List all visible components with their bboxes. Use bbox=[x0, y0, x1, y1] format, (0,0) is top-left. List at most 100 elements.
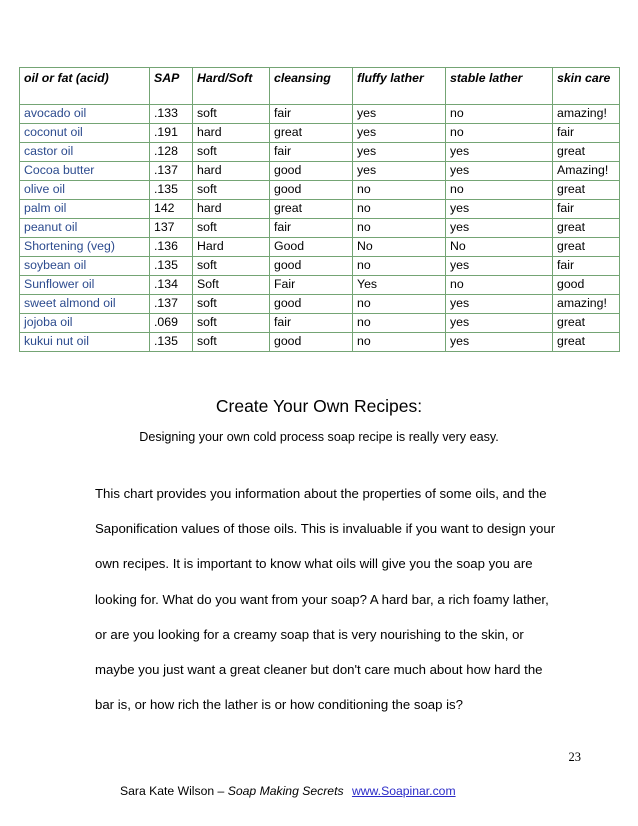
cell-cleansing: fair bbox=[269, 142, 353, 162]
table-row: coconut oil .191 hard great yes no fair bbox=[19, 123, 620, 143]
cell-hard-soft: soft bbox=[192, 180, 270, 200]
cell-sap-value: .136 bbox=[149, 237, 193, 257]
cell-sap-value: .134 bbox=[149, 275, 193, 295]
cell-fluffy-lather: yes bbox=[352, 123, 446, 143]
column-header-cleansing: cleansing bbox=[269, 67, 353, 105]
footer-website-link[interactable]: www.Soapinar.com bbox=[352, 784, 456, 798]
cell-stable-lather: No bbox=[445, 237, 553, 257]
cell-fluffy-lather: no bbox=[352, 256, 446, 276]
cell-cleansing: great bbox=[269, 123, 353, 143]
cell-skin-care: fair bbox=[552, 256, 620, 276]
body-paragraph: This chart provides you information abou… bbox=[95, 486, 556, 713]
cell-oil-name: castor oil bbox=[19, 142, 150, 162]
cell-stable-lather: no bbox=[445, 104, 553, 124]
cell-stable-lather: yes bbox=[445, 294, 553, 314]
page-number: 23 bbox=[568, 750, 582, 764]
table-row: olive oil .135 soft good no no great bbox=[19, 180, 620, 200]
table-header-row: oil or fat (acid) SAP Hard/Soft cleansin… bbox=[19, 67, 620, 105]
table-row: Shortening (veg) .136 Hard Good No No great bbox=[19, 237, 620, 257]
column-header-oil: oil or fat (acid) bbox=[19, 67, 150, 105]
cell-stable-lather: no bbox=[445, 123, 553, 143]
cell-skin-care: great bbox=[552, 142, 620, 162]
table-body: avocado oil .133 soft fair yes no amazing! coco… bbox=[19, 104, 620, 352]
cell-oil-name: palm oil bbox=[19, 199, 150, 219]
cell-stable-lather: yes bbox=[445, 218, 553, 238]
cell-hard-soft: hard bbox=[192, 199, 270, 219]
cell-stable-lather: yes bbox=[445, 256, 553, 276]
cell-skin-care: great bbox=[552, 313, 620, 333]
cell-stable-lather: yes bbox=[445, 313, 553, 333]
cell-sap-value: .128 bbox=[149, 142, 193, 162]
table-row: castor oil .128 soft fair yes yes great bbox=[19, 142, 620, 162]
cell-sap-value: .135 bbox=[149, 180, 193, 200]
cell-sap-value: .137 bbox=[149, 161, 193, 181]
cell-hard-soft: hard bbox=[192, 161, 270, 181]
cell-stable-lather: yes bbox=[445, 161, 553, 181]
cell-oil-name: Cocoa butter bbox=[19, 161, 150, 181]
cell-hard-soft: soft bbox=[192, 256, 270, 276]
cell-skin-care: good bbox=[552, 275, 620, 295]
cell-skin-care: great bbox=[552, 237, 620, 257]
cell-skin-care: fair bbox=[552, 123, 620, 143]
table-row: avocado oil .133 soft fair yes no amazing! bbox=[19, 104, 620, 124]
cell-hard-soft: soft bbox=[192, 294, 270, 314]
table-row: soybean oil .135 soft good no yes fair bbox=[19, 256, 620, 276]
oil-properties-table: oil or fat (acid) SAP Hard/Soft cleansin… bbox=[19, 67, 620, 352]
cell-fluffy-lather: no bbox=[352, 294, 446, 314]
cell-fluffy-lather: no bbox=[352, 313, 446, 333]
column-header-fluffy-lather: fluffy lather bbox=[352, 67, 446, 105]
cell-hard-soft: Soft bbox=[192, 275, 270, 295]
cell-stable-lather: yes bbox=[445, 199, 553, 219]
cell-hard-soft: soft bbox=[192, 104, 270, 124]
cell-cleansing: good bbox=[269, 256, 353, 276]
cell-stable-lather: no bbox=[445, 275, 553, 295]
cell-cleansing: good bbox=[269, 161, 353, 181]
cell-sap-value: .133 bbox=[149, 104, 193, 124]
cell-fluffy-lather: No bbox=[352, 237, 446, 257]
cell-stable-lather: yes bbox=[445, 332, 553, 352]
cell-sap-value: 142 bbox=[149, 199, 193, 219]
cell-cleansing: great bbox=[269, 199, 353, 219]
cell-cleansing: good bbox=[269, 332, 353, 352]
cell-cleansing: fair bbox=[269, 313, 353, 333]
cell-skin-care: great bbox=[552, 180, 620, 200]
footer-book-title: Soap Making Secrets bbox=[227, 784, 344, 798]
cell-fluffy-lather: yes bbox=[352, 142, 446, 162]
cell-sap-value: 137 bbox=[149, 218, 193, 238]
cell-oil-name: coconut oil bbox=[19, 123, 150, 143]
cell-stable-lather: yes bbox=[445, 142, 553, 162]
cell-oil-name: Shortening (veg) bbox=[19, 237, 150, 257]
cell-oil-name: jojoba oil bbox=[19, 313, 150, 333]
section-subtitle: Designing your own cold process soap rec… bbox=[139, 430, 499, 444]
cell-fluffy-lather: yes bbox=[352, 104, 446, 124]
cell-oil-name: peanut oil bbox=[19, 218, 150, 238]
cell-oil-name: sweet almond oil bbox=[19, 294, 150, 314]
cell-skin-care: great bbox=[552, 218, 620, 238]
cell-skin-care: Amazing! bbox=[552, 161, 620, 181]
cell-oil-name: soybean oil bbox=[19, 256, 150, 276]
cell-skin-care: amazing! bbox=[552, 104, 620, 124]
cell-hard-soft: hard bbox=[192, 123, 270, 143]
column-header-skin-care: skin care bbox=[552, 67, 620, 105]
cell-oil-name: kukui nut oil bbox=[19, 332, 150, 352]
oil-properties-table-container: oil or fat (acid) SAP Hard/Soft cleansin… bbox=[19, 67, 620, 352]
cell-skin-care: fair bbox=[552, 199, 620, 219]
cell-cleansing: good bbox=[269, 294, 353, 314]
cell-sap-value: .135 bbox=[149, 332, 193, 352]
cell-hard-soft: soft bbox=[192, 218, 270, 238]
table-header: oil or fat (acid) SAP Hard/Soft cleansin… bbox=[19, 67, 620, 105]
cell-hard-soft: Hard bbox=[192, 237, 270, 257]
section-heading: Create Your Own Recipes: bbox=[215, 396, 423, 416]
cell-fluffy-lather: no bbox=[352, 332, 446, 352]
cell-cleansing: fair bbox=[269, 218, 353, 238]
column-header-sap: SAP bbox=[149, 67, 193, 105]
cell-skin-care: great bbox=[552, 332, 620, 352]
cell-cleansing: fair bbox=[269, 104, 353, 124]
cell-cleansing: Fair bbox=[269, 275, 353, 295]
table-row: Sunflower oil .134 Soft Fair Yes no good bbox=[19, 275, 620, 295]
cell-cleansing: Good bbox=[269, 237, 353, 257]
cell-oil-name: Sunflower oil bbox=[19, 275, 150, 295]
table-row: palm oil 142 hard great no yes fair bbox=[19, 199, 620, 219]
cell-sap-value: .069 bbox=[149, 313, 193, 333]
cell-sap-value: .135 bbox=[149, 256, 193, 276]
